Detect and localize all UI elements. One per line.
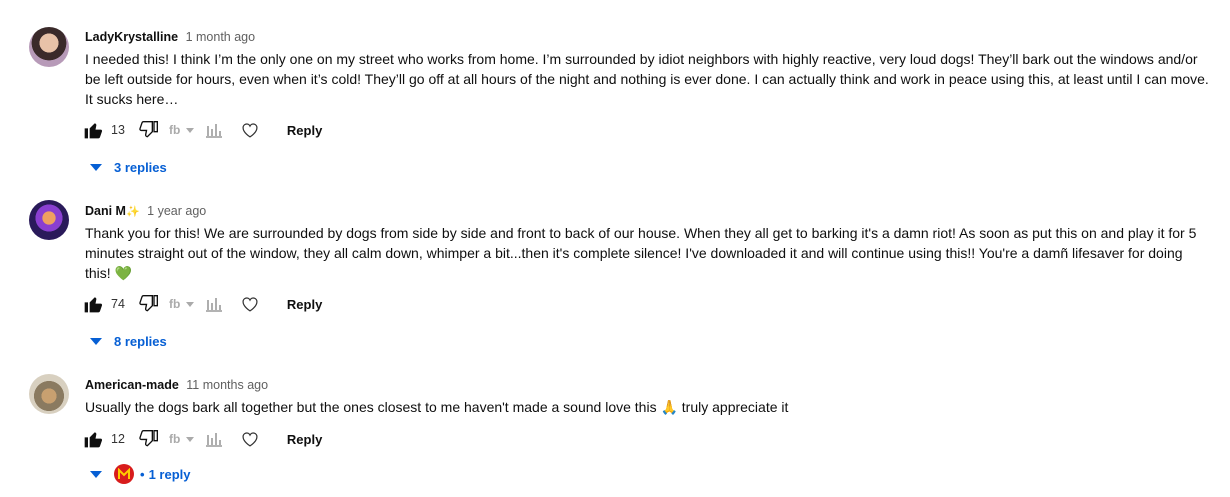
view-replies-button[interactable]: • 1 reply (90, 464, 190, 484)
timestamp[interactable]: 1 year ago (147, 204, 206, 218)
separator-dot: • (140, 466, 145, 482)
svg-text:fb: fb (169, 297, 180, 311)
comment-text: I needed this! I think I’m the only one … (85, 51, 1209, 107)
reply-button[interactable]: Reply (287, 297, 322, 312)
comment-header: LadyKrystalline 1 month ago (85, 30, 255, 44)
bar-chart-icon[interactable] (205, 122, 223, 138)
replies-count: 8 replies (114, 334, 167, 349)
timestamp[interactable]: 11 months ago (186, 378, 268, 392)
thumbs-down-icon[interactable] (139, 120, 159, 140)
like-count: 13 (111, 123, 125, 137)
translate-icon[interactable]: fb (169, 431, 197, 447)
heart-icon[interactable] (241, 296, 259, 312)
author-emoji: ✨ (125, 206, 140, 218)
view-replies-button[interactable]: 3 replies (90, 160, 167, 175)
replies-count: 3 replies (114, 160, 167, 175)
author-name[interactable]: Dani M (85, 204, 126, 218)
avatar[interactable] (29, 200, 69, 240)
comment-text: Usually the dogs bark all together but t… (85, 399, 789, 415)
chevron-down-icon (90, 160, 102, 175)
replies-count: 1 reply (148, 466, 191, 482)
action-bar: 13 fb Reply (83, 118, 322, 142)
translate-icon[interactable]: fb (169, 122, 197, 138)
thumbs-down-icon[interactable] (139, 429, 159, 449)
bar-chart-icon[interactable] (205, 431, 223, 447)
thumbs-up-icon[interactable] (83, 294, 103, 314)
chevron-down-icon (90, 334, 102, 349)
comment-header: Dani M✨ 1 year ago (85, 204, 206, 218)
avatar[interactable] (29, 27, 69, 67)
reply-button[interactable]: Reply (287, 432, 322, 447)
svg-text:fb: fb (169, 123, 180, 137)
action-bar: 12 fb Reply (83, 427, 322, 451)
like-count: 74 (111, 297, 125, 311)
thumbs-up-icon[interactable] (83, 429, 103, 449)
translate-icon[interactable]: fb (169, 296, 197, 312)
creator-avatar (114, 464, 134, 484)
thumbs-down-icon[interactable] (139, 294, 159, 314)
svg-text:fb: fb (169, 432, 180, 446)
action-bar: 74 fb Reply (83, 292, 322, 316)
timestamp[interactable]: 1 month ago (186, 30, 256, 44)
view-replies-button[interactable]: 8 replies (90, 334, 167, 349)
comment-header: American-made 11 months ago (85, 378, 268, 392)
heart-icon[interactable] (241, 122, 259, 138)
avatar[interactable] (29, 374, 69, 414)
author-name[interactable]: LadyKrystalline (85, 30, 178, 44)
thumbs-up-icon[interactable] (83, 120, 103, 140)
heart-icon[interactable] (241, 431, 259, 447)
comment-text: Thank you for this! We are surrounded by… (85, 225, 1197, 281)
author-name[interactable]: American-made (85, 378, 179, 392)
chevron-down-icon (90, 467, 102, 482)
reply-button[interactable]: Reply (287, 123, 322, 138)
like-count: 12 (111, 432, 125, 446)
bar-chart-icon[interactable] (205, 296, 223, 312)
